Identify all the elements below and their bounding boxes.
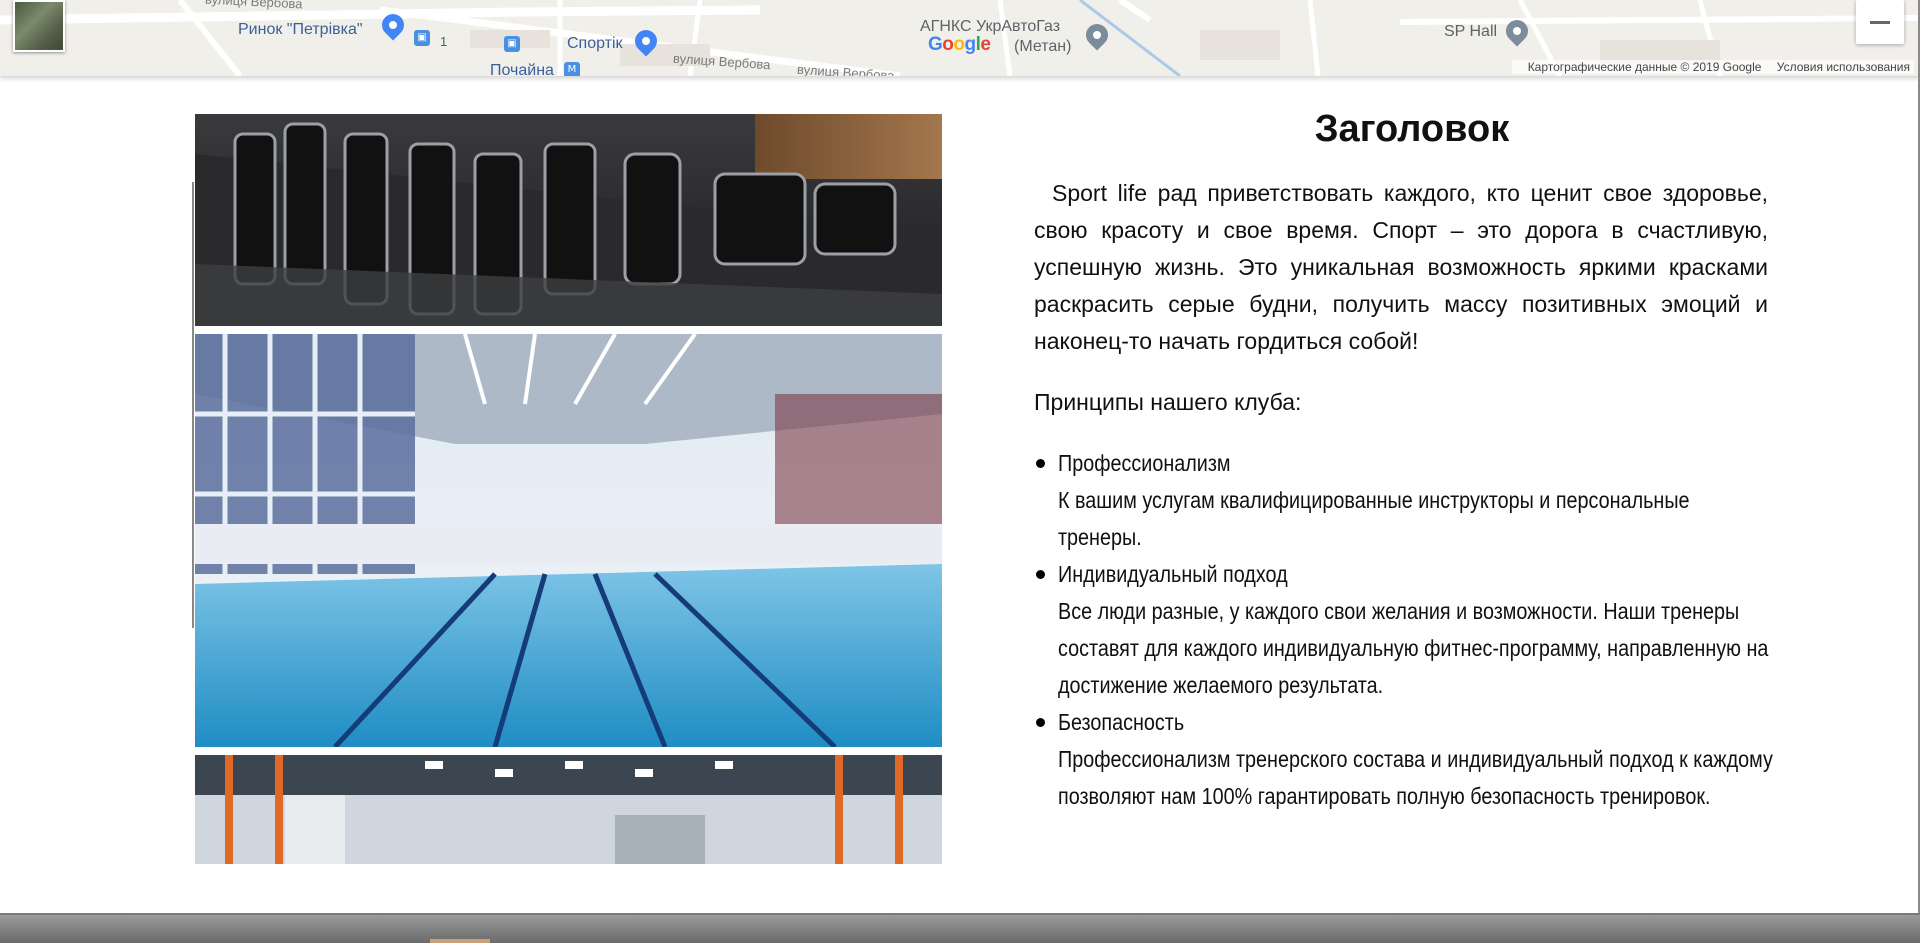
principle-description-line: позволяют нам 100% гарантировать полную … xyxy=(1058,783,1711,809)
page: вулиця Вербова Ринок "Петрівка" ▣ 1 ▣ Сп… xyxy=(0,0,1920,913)
map-sp-hall-label[interactable]: SP Hall xyxy=(1444,23,1497,41)
bullet-icon xyxy=(1036,570,1045,579)
principle-description-line: составят для каждого индивидуальную фитн… xyxy=(1058,635,1769,661)
principle-description-line: тренеры. xyxy=(1058,524,1142,550)
metro-icon: M xyxy=(564,62,580,76)
intro-paragraph: Sport life рад приветствовать каждого, к… xyxy=(1034,180,1768,354)
gallery-edge xyxy=(192,182,194,628)
satellite-thumbnail-icon[interactable] xyxy=(13,0,65,52)
principles-heading: Принципы нашего клуба: xyxy=(1034,389,1302,415)
bus-stop-icon: ▣ xyxy=(414,30,430,46)
map-metro-label[interactable]: Почайна xyxy=(490,62,554,76)
window-bottom-bar-fill xyxy=(0,915,1920,943)
principle-name: Профессионализм xyxy=(1058,450,1231,476)
page-title: Заголовок xyxy=(1314,108,1510,150)
window-bottom-bar xyxy=(0,913,1920,943)
principle-item-individual: Индивидуальный подход Все люди разные, у… xyxy=(1034,556,1790,704)
gallery-photo-gym-machines[interactable] xyxy=(195,114,942,326)
photo-gallery[interactable]: › xyxy=(195,114,942,864)
map-footer: Картографические данные © 2019 Google Ус… xyxy=(1511,60,1914,74)
map-market-label[interactable]: Ринок "Петрівка" xyxy=(238,21,363,39)
principles-list: Профессионализм К вашим услугам квалифиц… xyxy=(1034,445,1790,815)
principle-description-line: Профессионализм тренерского состава и ин… xyxy=(1058,746,1773,772)
bullet-icon xyxy=(1036,459,1045,468)
principle-item-safety: Безопасность Профессионализм тренерского… xyxy=(1034,704,1790,815)
about-section: Заголовок Sport life рад приветствовать … xyxy=(1034,108,1790,815)
tram-route-label: 1 xyxy=(440,34,448,49)
google-logo: Google xyxy=(928,34,991,55)
bullet-icon xyxy=(1036,718,1045,727)
map-embed[interactable]: вулиця Вербова Ринок "Петрівка" ▣ 1 ▣ Сп… xyxy=(0,0,1918,77)
gallery-photo-pool[interactable]: › xyxy=(195,334,942,747)
map-sport-label[interactable]: Спортік xyxy=(567,35,623,53)
zoom-out-button[interactable] xyxy=(1856,0,1904,44)
principle-description-line: Все люди разные, у каждого свои желания … xyxy=(1058,598,1740,624)
window-bottom-accent xyxy=(430,939,490,943)
principle-description-line: достижение желаемого результата. xyxy=(1058,672,1384,698)
principle-item-professionalism: Профессионализм К вашим услугам квалифиц… xyxy=(1034,445,1790,556)
bus-stop-icon-2: ▣ xyxy=(504,36,520,52)
principle-description-line: К вашим услугам квалифицированные инстру… xyxy=(1058,487,1690,513)
map-gas-station-label-2[interactable]: (Метан) xyxy=(1014,38,1071,56)
principle-name: Индивидуальный подход xyxy=(1058,561,1288,587)
map-copyright: Картографические данные © 2019 Google xyxy=(1527,60,1762,74)
gallery-photo-gym-hall[interactable] xyxy=(195,755,942,864)
principle-name: Безопасность xyxy=(1058,709,1185,735)
map-terms-link[interactable]: Условия использования xyxy=(1777,60,1910,74)
